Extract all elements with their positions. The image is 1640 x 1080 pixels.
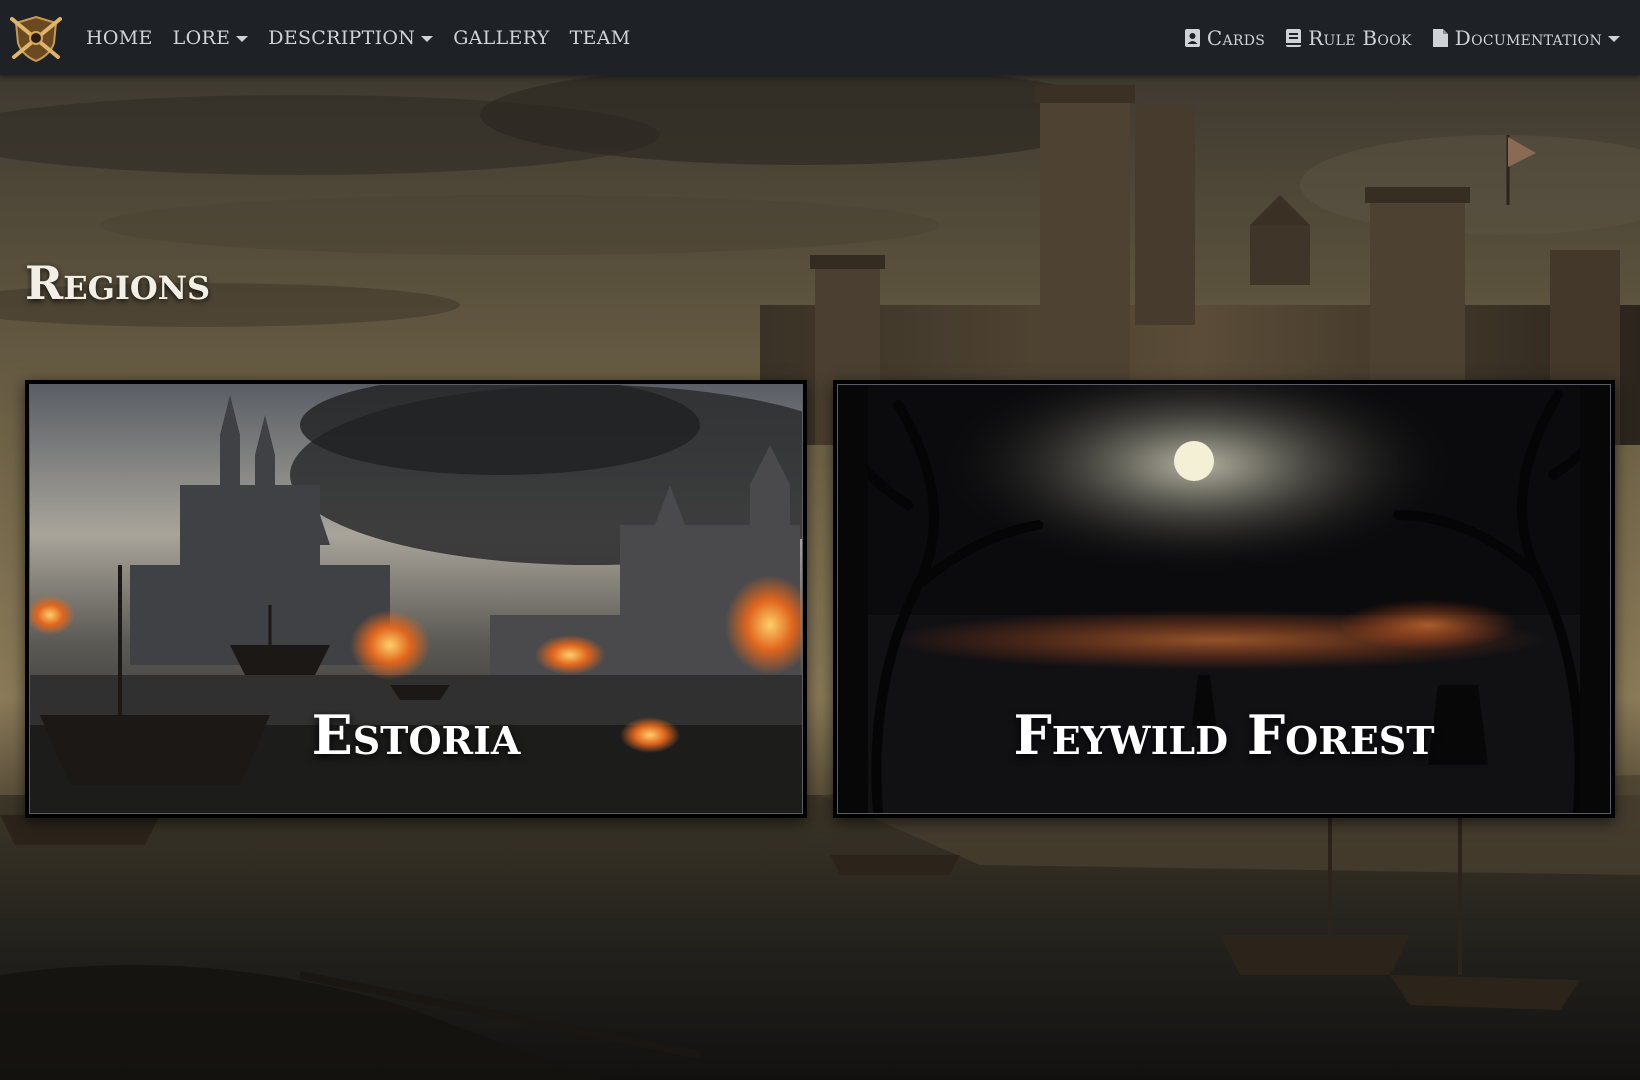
region-name: Feywild Forest xyxy=(1013,703,1435,767)
region-card-frame: Estoria xyxy=(29,384,803,814)
nav-gallery-link[interactable]: GALLERY xyxy=(453,27,549,49)
top-navbar: HOME LORE DESCRIPTION GALLERY TEAM Cards… xyxy=(0,0,1640,75)
nav-rulebook-link[interactable]: Rule Book xyxy=(1285,26,1412,50)
nav-lore-label: LORE xyxy=(172,26,231,49)
region-card-estoria[interactable]: Estoria xyxy=(25,380,807,818)
nav-home-link[interactable]: HOME xyxy=(86,27,153,49)
nav-lore-dropdown[interactable]: LORE xyxy=(173,27,249,49)
region-card-frame: Feywild Forest xyxy=(837,384,1611,814)
nav-documentation-label: Documentation xyxy=(1454,25,1602,50)
nav-left-group: HOME LORE DESCRIPTION GALLERY TEAM xyxy=(86,27,650,49)
nav-description-dropdown[interactable]: DESCRIPTION xyxy=(268,26,434,49)
nav-cards-link[interactable]: Cards xyxy=(1184,26,1265,50)
id-card-icon xyxy=(1184,28,1200,47)
brand-logo-icon[interactable] xyxy=(8,13,64,63)
nav-cards-label: Cards xyxy=(1206,25,1266,50)
chevron-down-icon xyxy=(421,35,434,42)
nav-documentation-dropdown[interactable]: Documentation xyxy=(1432,26,1620,50)
file-icon xyxy=(1432,28,1448,47)
nav-description-label: DESCRIPTION xyxy=(268,26,416,49)
book-icon xyxy=(1286,28,1302,47)
nav-right-group: Cards Rule Book Documentation xyxy=(1164,26,1620,50)
nav-rulebook-label: Rule Book xyxy=(1308,25,1412,50)
region-card-feywild-forest[interactable]: Feywild Forest xyxy=(833,380,1615,818)
nav-team-link[interactable]: TEAM xyxy=(570,27,631,49)
chevron-down-icon xyxy=(1608,35,1620,42)
nav-team-label: TEAM xyxy=(569,26,631,49)
nav-home-label: HOME xyxy=(86,26,153,49)
chevron-down-icon xyxy=(236,35,249,42)
nav-gallery-label: GALLERY xyxy=(453,26,550,49)
page-title: Regions xyxy=(25,256,211,310)
region-name: Estoria xyxy=(311,703,521,767)
